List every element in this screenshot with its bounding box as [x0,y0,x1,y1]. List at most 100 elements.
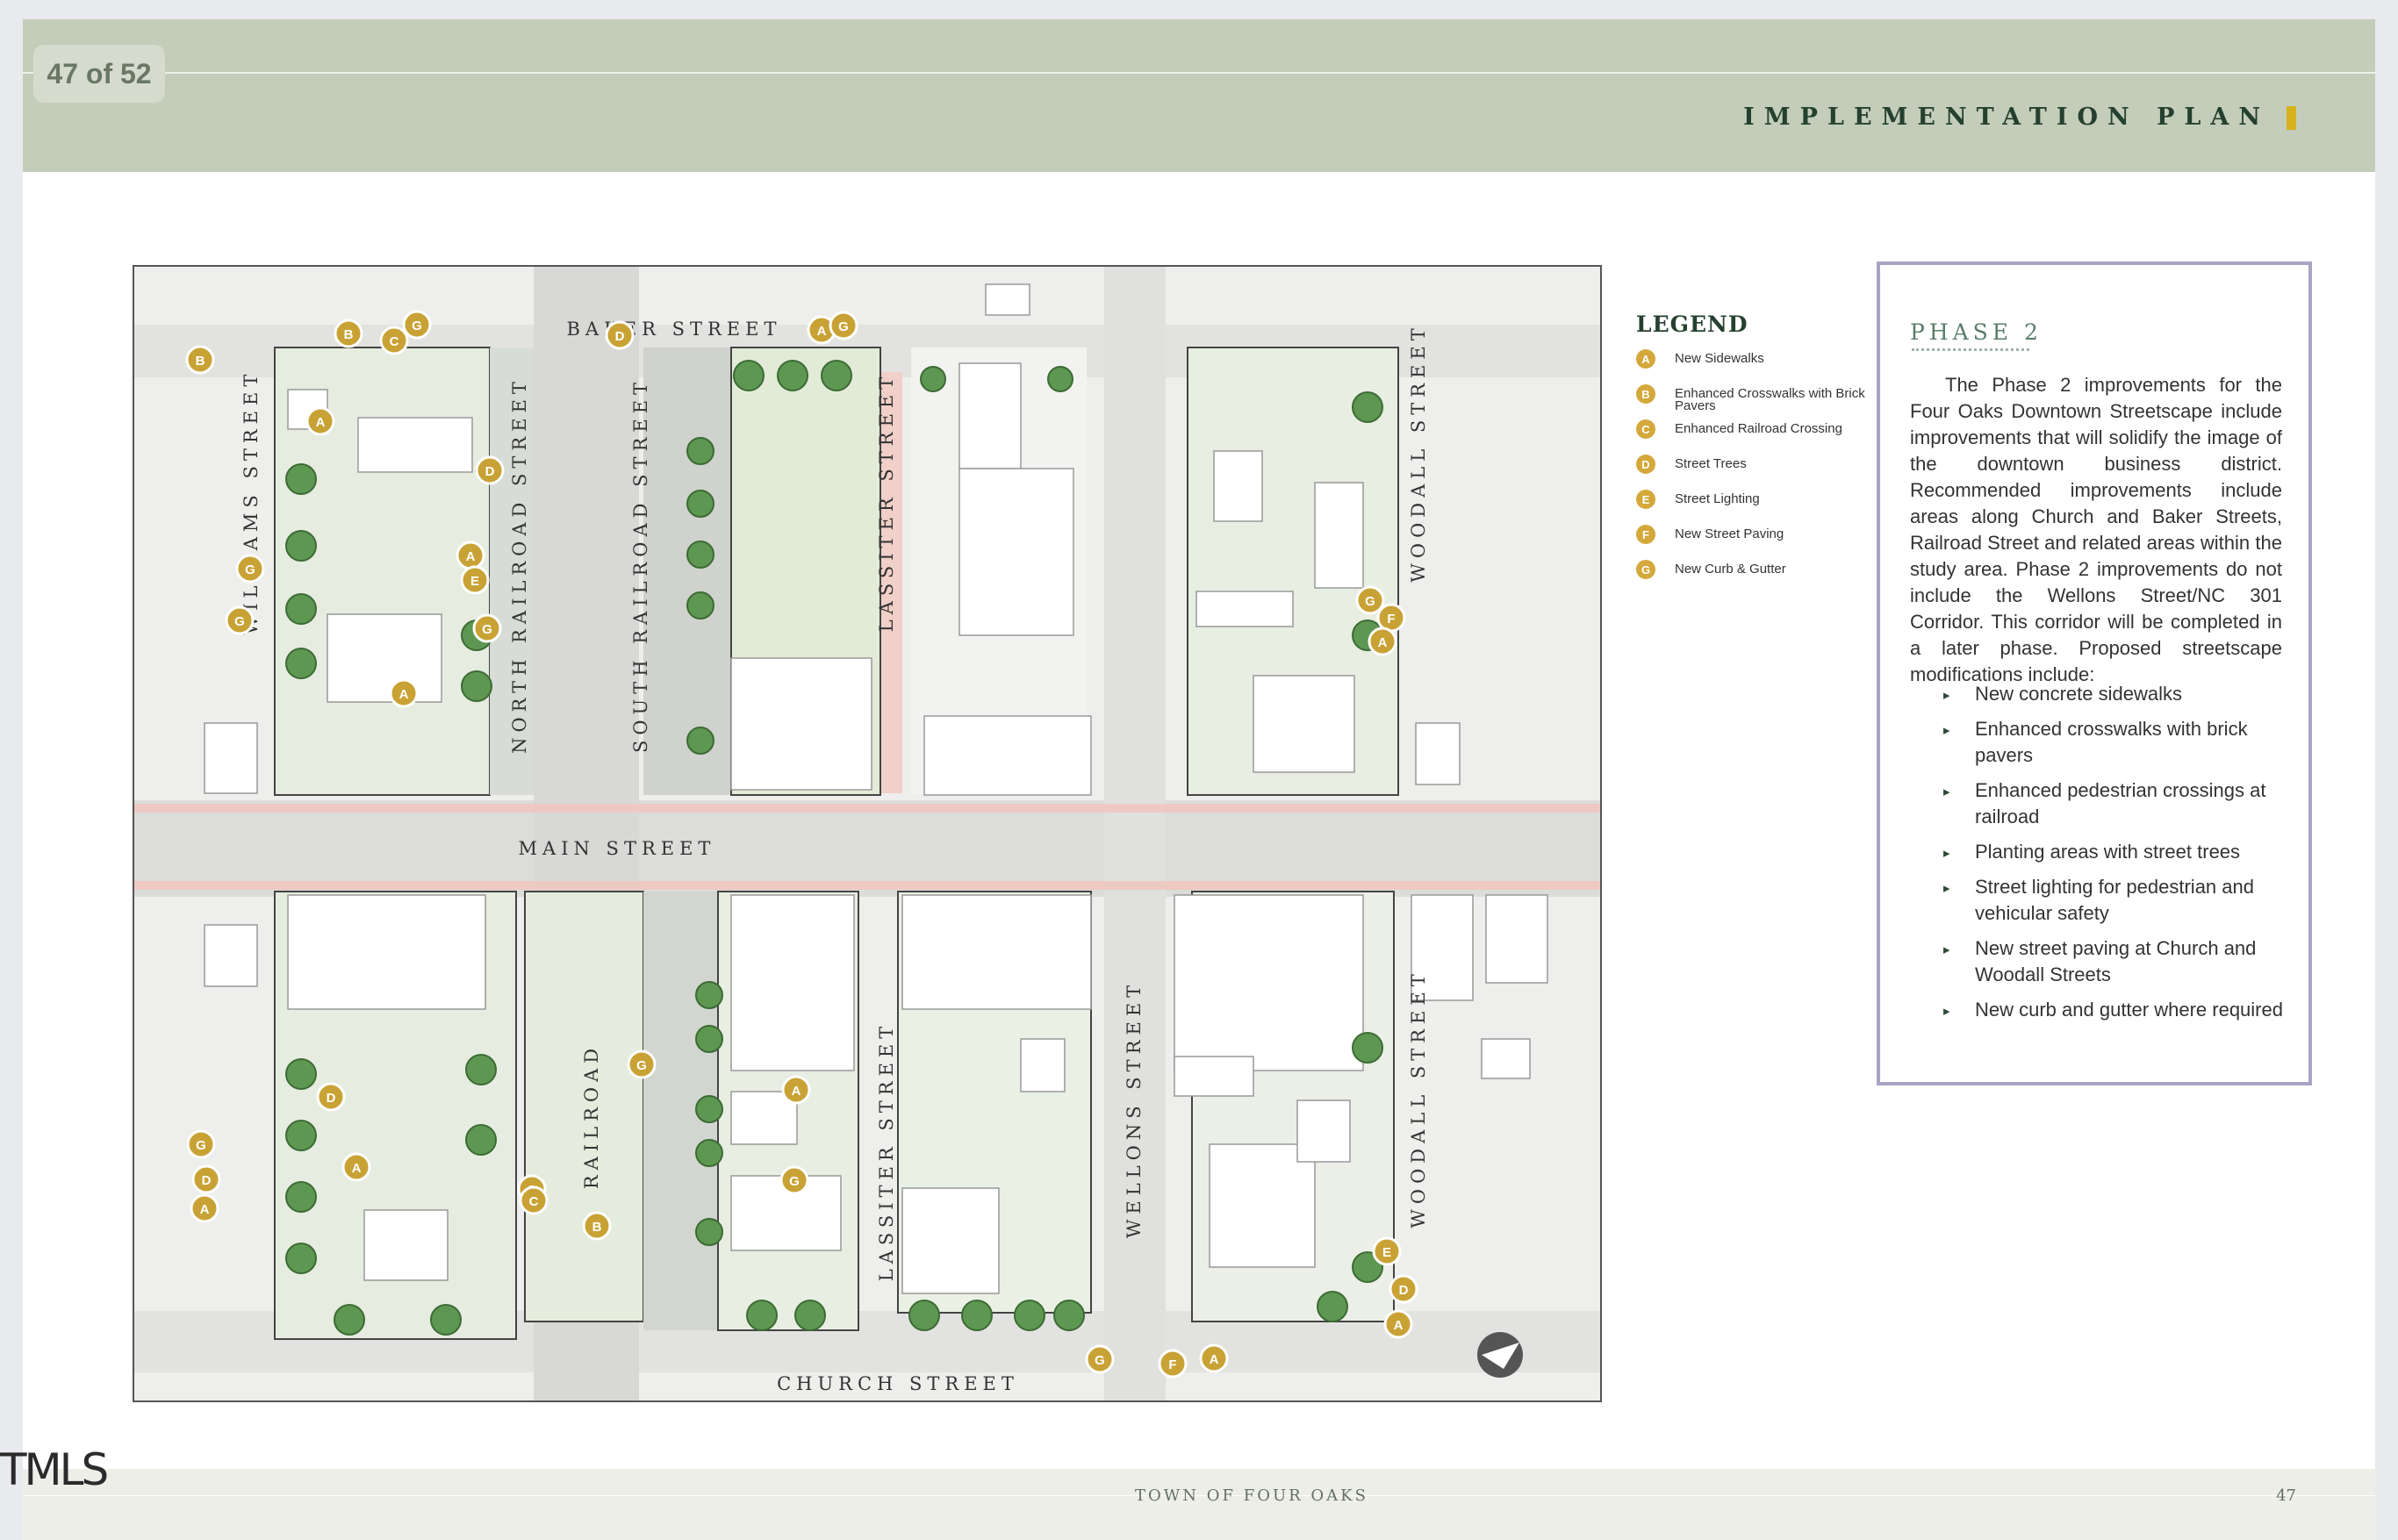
marker-d-icon: D [605,320,635,350]
marker-a-icon: A [190,1193,219,1223]
list-item-text: Street lighting for pedestrian and vehic… [1975,876,2254,924]
list-item: ▸ New concrete sidewalks [1910,681,2287,707]
list-item-text: Enhanced pedestrian crossings at railroa… [1975,779,2266,827]
improvement-list: ▸ New concrete sidewalks ▸ Enhanced crossw… [1910,681,2287,1032]
marker-b-icon: B [185,345,215,375]
marker-d-icon: D [191,1164,221,1194]
lassiter-street-south-label: LASSITER STREET [876,1021,897,1282]
marker-a-icon: A [305,406,335,436]
header-rule [23,72,2375,74]
legend-label: New Curb & Gutter [1675,562,1786,577]
legend-item: F New Street Paving [1636,525,1873,560]
legend-item: B Enhanced Crosswalks with Brick Pavers [1636,384,1873,419]
list-item: ▸ Street lighting for pedestrian and vehi… [1910,874,2287,927]
section-title: IMPLEMENTATION PLAN [1743,104,2270,131]
baker-street-label: BAKER STREET [567,319,782,340]
marker-letter: G [482,622,492,637]
church-street-label: CHURCH STREET [777,1373,1019,1394]
legend-item: C Enhanced Railroad Crossing [1636,419,1873,455]
marker-g-icon: G [402,310,432,340]
legend-label: Street Lighting [1675,491,1760,506]
marker-a-icon: A [1383,1309,1413,1339]
marker-letter: A [352,1161,362,1176]
north-arrow-icon [1477,1332,1523,1378]
triangle-bullet-icon: ▸ [1943,784,1950,799]
marker-letter: G [245,562,255,577]
marker-letter: G [234,614,245,629]
marker-b-icon: B [334,319,363,348]
marker-letter: A [1210,1352,1219,1367]
legend-title: LEGEND [1636,312,1748,337]
phase-2-panel: PHASE 2 The Phase 2 improvements for the… [1877,261,2312,1085]
legend-item: A New Sidewalks [1636,349,1873,384]
marker-g-icon: G [1355,585,1385,615]
legend-label: New Sidewalks [1675,351,1764,366]
list-item-text: Planting areas with street trees [1975,841,2241,863]
marker-g-icon: G [235,554,265,584]
main-street-crosswalk-band [134,804,1600,813]
marker-letter: A [200,1202,210,1217]
marker-g-icon: G [472,613,502,643]
header-band [23,19,2375,172]
document-page: 47 of 52 IMPLEMENTATION PLAN BAKER STREE… [23,19,2375,1540]
marker-a-icon: A [1368,627,1397,656]
legend-badge-icon: D [1636,455,1655,474]
page-counter: 47 of 52 [33,45,165,103]
triangle-bullet-icon: ▸ [1943,688,1950,703]
marker-letter: A [399,687,409,702]
marker-letter: G [838,319,849,334]
footer-page-number: 47 [2276,1486,2296,1505]
marker-g-icon: G [225,605,255,635]
title-accent-marker [2287,106,2296,130]
marker-a-icon: A [389,678,419,708]
legend-label: Enhanced Crosswalks with Brick Pavers [1675,386,1865,413]
main-street-crosswalk-band [134,881,1600,890]
marker-d-icon: D [475,455,505,485]
marker-letter: D [615,329,625,344]
legend-badge-icon: C [1636,419,1655,439]
marker-letter: G [789,1174,800,1189]
marker-letter: G [636,1058,647,1073]
marker-letter: C [390,334,399,349]
legend-item: G New Curb & Gutter [1636,560,1873,595]
marker-g-icon: G [779,1165,809,1195]
williams-street-label: WILLIAMS STREET [241,369,262,635]
triangle-bullet-icon: ▸ [1943,881,1950,896]
marker-letter: A [316,415,326,430]
list-item: ▸ New street paving at Church and Woodall… [1910,935,2287,988]
marker-b-icon: B [582,1211,612,1241]
site-plan-drawing: BAKER STREET MAIN STREET CHURCH STREET W… [134,267,1600,1400]
marker-letter: B [196,354,205,369]
north-railroad-street-label: NORTH RAILROAD STREET [509,376,530,754]
list-item: ▸ Planting areas with street trees [1910,839,2287,865]
legend-item: E Street Lighting [1636,490,1873,525]
marker-letter: B [344,327,354,342]
map-legend: LEGEND A New Sidewalks B Enhanced Crosswal… [1636,312,1873,595]
marker-g-icon: G [1085,1344,1115,1374]
woodall-street-north-label: WOODALL STREET [1408,323,1429,582]
marker-f-icon: F [1376,603,1406,633]
phase-title: PHASE 2 [1910,319,2043,345]
marker-c-icon: C [379,326,409,355]
marker-letter: D [485,464,495,479]
list-item: ▸ Enhanced pedestrian crossings at railro… [1910,777,2287,830]
legend-label: Enhanced Railroad Crossing [1675,421,1842,436]
marker-letter: A [817,324,827,339]
railroad-label: RAILROAD [581,1043,602,1189]
marker-letter: G [1095,1353,1105,1368]
legend-label: Street Trees [1675,456,1747,471]
marker-letter: D [202,1173,212,1188]
legend-badge-icon: A [1636,349,1655,369]
wellons-street-label: WELLONS STREET [1124,980,1145,1238]
marker-a-icon: A [341,1152,371,1182]
marker-letter: G [1365,594,1375,609]
phase-title-underline [1912,348,2029,351]
triangle-bullet-icon: ▸ [1943,942,1950,957]
marker-e-icon: E [460,565,490,595]
marker-g-icon: G [627,1049,657,1079]
legend-badge-icon: E [1636,490,1655,509]
marker-g-icon: G [829,311,858,340]
marker-letter: A [1378,635,1388,650]
marker-letter: F [1168,1357,1176,1372]
marker-letter: B [592,1220,602,1235]
